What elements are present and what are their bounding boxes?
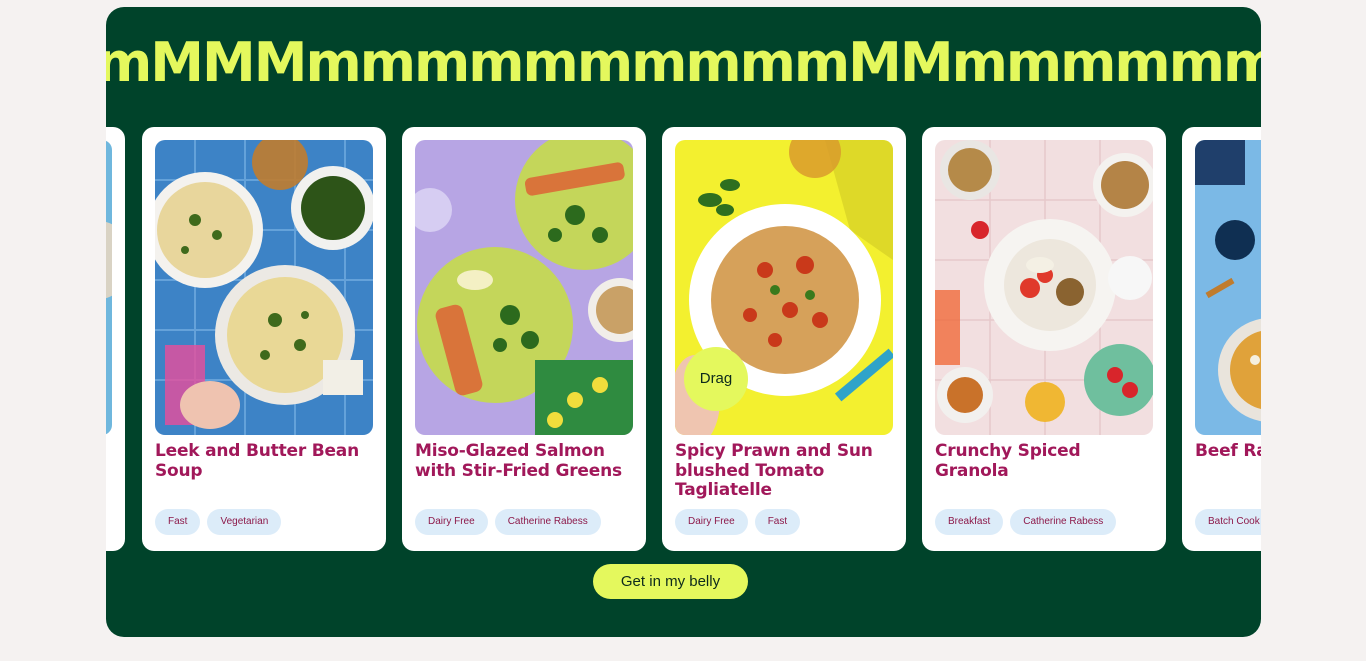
recipe-tag[interactable]: Dairy Free (415, 509, 488, 535)
recipe-card[interactable]: Leek and Butter Bean Soup Fast Vegetaria… (142, 127, 386, 551)
recipe-tag[interactable]: Catherine Rabess (1010, 509, 1117, 535)
recipe-tag[interactable]: Breakfast (935, 509, 1004, 535)
recipe-tags: Batch Cook (1195, 509, 1261, 535)
recipe-image-partial (106, 140, 112, 435)
recipe-tags: Dairy Free Fast (675, 509, 801, 535)
recipe-image (155, 140, 373, 435)
recipe-tag[interactable]: Batch Cook (1195, 509, 1261, 535)
recipe-tag[interactable]: Vegetarian (207, 509, 282, 535)
recipe-image (935, 140, 1153, 435)
recipe-image (415, 140, 633, 435)
recipe-card-partial-left[interactable] (106, 127, 125, 551)
recipe-tag[interactable]: Dairy Free (675, 509, 748, 535)
recipe-carousel-panel: mMMMmmmmmmmmmmMMmmmmmmmmmMMmmmmmmm (106, 7, 1261, 637)
recipe-tags: Fast Vegetarian (155, 509, 282, 535)
recipe-title[interactable]: Beef Ra… Paperd… (1195, 441, 1261, 462)
recipe-image (1195, 140, 1261, 435)
marquee-text: mMMMmmmmmmmmmmMMmmmmmmmmmMMmmmmmmm (106, 31, 1261, 94)
recipe-title[interactable]: Miso-Glazed Salmon with Stir-Fried Green… (415, 441, 633, 481)
recipe-tags: Dairy Free Catherine Rabess (415, 509, 601, 535)
recipe-tag[interactable]: Catherine Rabess (494, 509, 601, 535)
recipe-title[interactable]: Leek and Butter Bean Soup (155, 441, 373, 481)
recipe-tags: Breakfast Catherine Rabess (935, 509, 1117, 535)
recipe-card[interactable]: Crunchy Spiced Granola Breakfast Catheri… (922, 127, 1166, 551)
recipe-card[interactable]: Beef Ra… Paperd… Batch Cook (1182, 127, 1261, 551)
recipe-cards-track[interactable]: Leek and Butter Bean Soup Fast Vegetaria… (106, 127, 1261, 551)
recipe-tag[interactable]: Fast (754, 509, 801, 535)
get-in-my-belly-button[interactable]: Get in my belly (593, 564, 748, 599)
drag-cursor-badge[interactable]: Drag (684, 347, 748, 411)
recipe-card[interactable]: Spicy Prawn and Sun blushed Tomato Tagli… (662, 127, 906, 551)
recipe-title[interactable]: Spicy Prawn and Sun blushed Tomato Tagli… (675, 441, 893, 501)
recipe-tag[interactable]: Fast (155, 509, 201, 535)
recipe-title[interactable]: Crunchy Spiced Granola (935, 441, 1153, 481)
mmm-marquee: mMMMmmmmmmmmmmMMmmmmmmmmmMMmmmmmmm (106, 31, 1261, 95)
recipe-card[interactable]: Miso-Glazed Salmon with Stir-Fried Green… (402, 127, 646, 551)
